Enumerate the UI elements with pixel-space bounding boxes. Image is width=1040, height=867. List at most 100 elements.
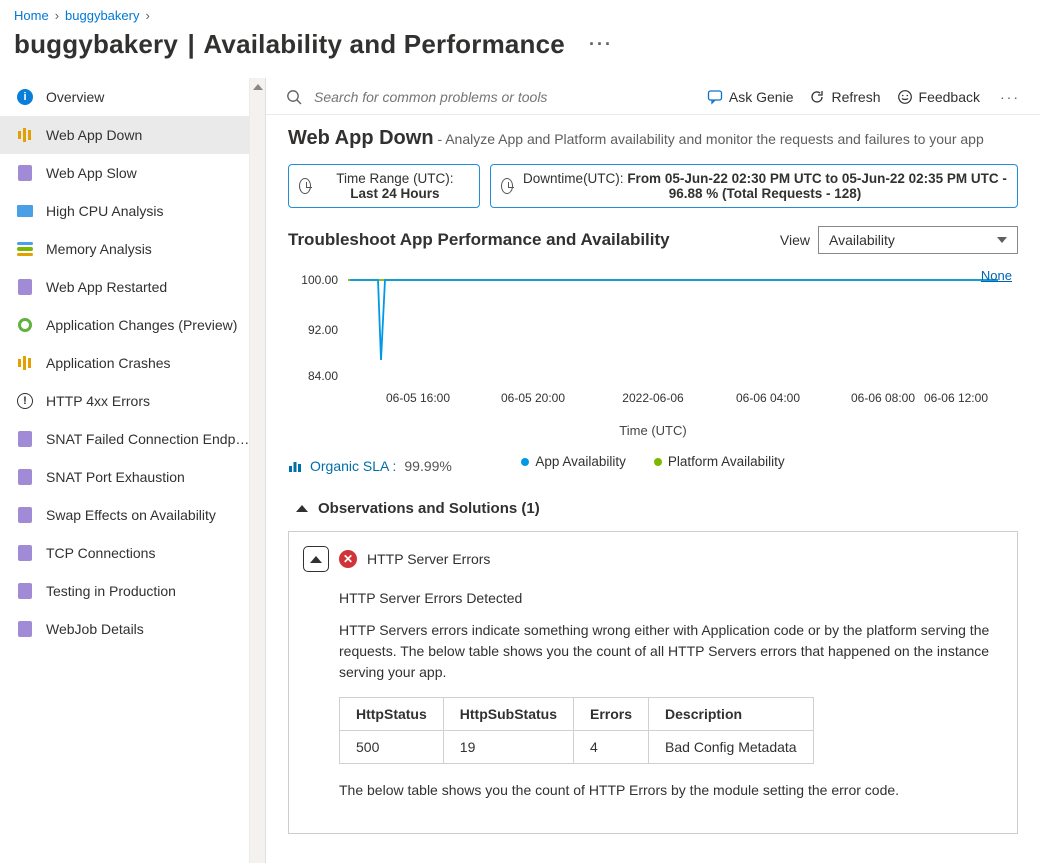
monitor-icon	[16, 202, 34, 220]
tile-icon	[16, 582, 34, 600]
stack-icon	[16, 240, 34, 258]
tile-icon	[16, 468, 34, 486]
view-dropdown[interactable]: Availability	[818, 226, 1018, 254]
sidebar-item-label: HTTP 4xx Errors	[46, 393, 150, 409]
pin-icon	[16, 316, 34, 334]
sidebar-item-label: Web App Slow	[46, 165, 137, 181]
observations-header[interactable]: Observations and Solutions (1)	[288, 500, 1018, 517]
tile-icon	[16, 430, 34, 448]
sidebar-item-webjob[interactable]: WebJob Details	[0, 610, 249, 648]
title-section: Availability and Performance	[203, 29, 565, 59]
sidebar: i Overview Web App Down Web App Slow Hig…	[0, 78, 250, 863]
sidebar-item-label: SNAT Failed Connection Endp…	[46, 431, 249, 447]
error-icon: ✕	[339, 550, 357, 568]
sidebar-item-restarted[interactable]: Web App Restarted	[0, 268, 249, 306]
chevron-right-icon: ›	[145, 8, 149, 23]
table-header: Description	[649, 698, 814, 731]
ask-genie-label: Ask Genie	[729, 89, 794, 105]
sidebar-item-testing-prod[interactable]: Testing in Production	[0, 572, 249, 610]
chevron-right-icon: ›	[55, 8, 59, 23]
chevron-up-icon	[296, 505, 308, 512]
tile-icon	[16, 164, 34, 182]
sidebar-item-http-4xx[interactable]: ! HTTP 4xx Errors	[0, 382, 249, 420]
breadcrumb: Home › buggybakery ›	[0, 0, 1040, 25]
time-range-pill[interactable]: Time Range (UTC): Last 24 Hours	[288, 164, 480, 208]
legend-platform: Platform Availability	[668, 454, 785, 469]
chevron-down-icon	[997, 237, 1007, 243]
sidebar-item-high-cpu[interactable]: High CPU Analysis	[0, 192, 249, 230]
exclamation-icon: !	[16, 392, 34, 410]
bars-icon	[16, 354, 34, 372]
refresh-button[interactable]: Refresh	[809, 89, 880, 105]
toolbar: Ask Genie Refresh Feedback ···	[266, 78, 1040, 115]
view-label: View	[780, 232, 810, 248]
errors-table: HttpStatus HttpSubStatus Errors Descript…	[339, 697, 814, 764]
bars-icon	[16, 126, 34, 144]
svg-text:06-05 20:00: 06-05 20:00	[501, 391, 565, 405]
table-header: Errors	[574, 698, 649, 731]
chat-icon	[707, 89, 723, 105]
observation-text: HTTP Servers errors indicate something w…	[339, 620, 1003, 683]
sidebar-item-label: Application Changes (Preview)	[46, 317, 237, 333]
sidebar-item-label: High CPU Analysis	[46, 203, 164, 219]
sidebar-item-web-app-slow[interactable]: Web App Slow	[0, 154, 249, 192]
search-box[interactable]	[286, 88, 697, 106]
clock-icon	[299, 178, 311, 194]
feedback-label: Feedback	[919, 89, 980, 105]
svg-text:06-06 08:00: 06-06 08:00	[851, 391, 915, 405]
time-range-value: Last 24 Hours	[350, 186, 439, 201]
cell-description: Bad Config Metadata	[649, 731, 814, 764]
chart-xlabel: Time (UTC)	[288, 423, 1018, 438]
sidebar-item-label: Testing in Production	[46, 583, 176, 599]
sidebar-item-label: WebJob Details	[46, 621, 144, 637]
sidebar-item-swap-effects[interactable]: Swap Effects on Availability	[0, 496, 249, 534]
sidebar-item-label: SNAT Port Exhaustion	[46, 469, 185, 485]
legend-app: App Availability	[535, 454, 626, 469]
sidebar-item-label: TCP Connections	[46, 545, 155, 561]
table-row: 500 19 4 Bad Config Metadata	[340, 731, 814, 764]
more-icon[interactable]: ···	[579, 34, 613, 55]
downtime-pill[interactable]: Downtime(UTC): From 05-Jun-22 02:30 PM U…	[490, 164, 1018, 208]
observations-title: Observations and Solutions (1)	[318, 500, 540, 517]
refresh-icon	[809, 89, 825, 105]
chart-legend: App Availability Platform Availability	[288, 454, 1018, 469]
svg-text:84.00: 84.00	[308, 369, 338, 383]
sidebar-item-app-crashes[interactable]: Application Crashes	[0, 344, 249, 382]
chevron-up-icon	[310, 556, 322, 563]
breadcrumb-home[interactable]: Home	[14, 8, 49, 23]
search-input[interactable]	[312, 88, 652, 106]
table-header: HttpSubStatus	[443, 698, 573, 731]
svg-text:06-06 12:00: 06-06 12:00	[924, 391, 988, 405]
sidebar-item-snat-failed[interactable]: SNAT Failed Connection Endp…	[0, 420, 249, 458]
sidebar-item-label: Overview	[46, 89, 104, 105]
sidebar-item-overview[interactable]: i Overview	[0, 78, 249, 116]
more-icon[interactable]: ···	[996, 89, 1020, 105]
svg-text:100.00: 100.00	[301, 273, 338, 287]
detector-desc: Analyze App and Platform availability an…	[445, 131, 984, 147]
content: Ask Genie Refresh Feedback ··· Web App D…	[266, 78, 1040, 863]
feedback-button[interactable]: Feedback	[897, 89, 980, 105]
observation-subtitle: HTTP Server Errors Detected	[339, 590, 1003, 606]
sidebar-item-tcp[interactable]: TCP Connections	[0, 534, 249, 572]
sidebar-item-app-changes[interactable]: Application Changes (Preview)	[0, 306, 249, 344]
legend-dot-platform-icon	[654, 458, 662, 466]
cell-errors: 4	[574, 731, 649, 764]
tile-icon	[16, 506, 34, 524]
view-value: Availability	[829, 232, 895, 248]
sidebar-item-memory[interactable]: Memory Analysis	[0, 230, 249, 268]
tile-icon	[16, 620, 34, 638]
breadcrumb-item[interactable]: buggybakery	[65, 8, 139, 23]
collapse-toggle[interactable]	[303, 546, 329, 572]
scroll-up-icon	[253, 84, 263, 90]
page-title: buggybakery | Availability and Performan…	[0, 25, 1040, 78]
time-range-label: Time Range (UTC):	[336, 171, 453, 186]
downtime-value: From 05-Jun-22 02:30 PM UTC to 05-Jun-22…	[627, 171, 1007, 201]
sidebar-item-snat-port[interactable]: SNAT Port Exhaustion	[0, 458, 249, 496]
observation-card: ✕ HTTP Server Errors HTTP Server Errors …	[288, 531, 1018, 834]
sidebar-item-web-app-down[interactable]: Web App Down	[0, 116, 249, 154]
chart-none-link[interactable]: None	[981, 268, 1012, 283]
sidebar-scrollbar[interactable]	[250, 78, 266, 863]
ask-genie-button[interactable]: Ask Genie	[707, 89, 794, 105]
cell-httpstatus: 500	[340, 731, 444, 764]
tile-icon	[16, 544, 34, 562]
